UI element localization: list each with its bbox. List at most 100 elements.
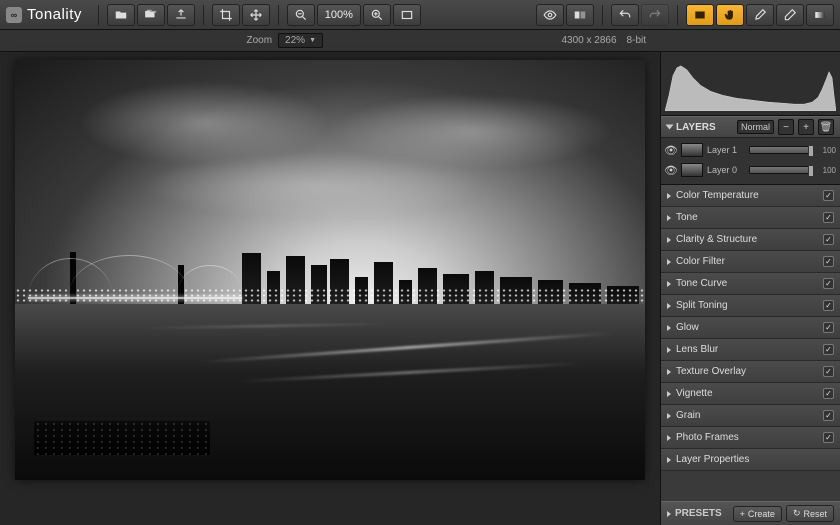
export-button[interactable] xyxy=(167,4,195,26)
image-dimensions: 4300 x 2866 xyxy=(561,35,616,46)
blend-mode-select[interactable]: Normal xyxy=(737,120,774,134)
adjustment-toggle[interactable]: ✓ xyxy=(823,300,834,311)
pan-hand-button[interactable] xyxy=(716,4,744,26)
opacity-slider[interactable] xyxy=(749,146,814,154)
adjustment-toggle[interactable]: ✓ xyxy=(823,388,834,399)
adjustment-row[interactable]: Lens Blur ✓ xyxy=(661,339,840,361)
adjustment-row[interactable]: Grain ✓ xyxy=(661,405,840,427)
batch-button[interactable] xyxy=(137,4,165,26)
image-canvas[interactable] xyxy=(15,60,645,480)
adjustment-row[interactable]: Glow ✓ xyxy=(661,317,840,339)
adjustment-name: Color Temperature xyxy=(676,190,818,201)
layer-menu-button[interactable]: − xyxy=(778,119,794,135)
presets-header[interactable]: PRESETS +Create ↻Reset xyxy=(661,501,840,525)
layer-row[interactable]: 👁 Layer 0 100 xyxy=(665,161,836,179)
adjustment-toggle[interactable]: ✓ xyxy=(823,234,834,245)
create-preset-button[interactable]: +Create xyxy=(733,506,782,522)
app-logo: ∞ Tonality xyxy=(6,6,82,23)
brush-button[interactable] xyxy=(746,4,774,26)
adjustment-toggle[interactable]: ✓ xyxy=(823,190,834,201)
redo-button[interactable] xyxy=(641,4,669,26)
adjustment-row[interactable]: Layer Properties xyxy=(661,449,840,471)
adjustment-toggle[interactable]: ✓ xyxy=(823,344,834,355)
adjustment-toggle[interactable]: ✓ xyxy=(823,212,834,223)
zoom-100-button[interactable]: 100% xyxy=(317,4,361,26)
adjustment-row[interactable]: Tone Curve ✓ xyxy=(661,273,840,295)
zoom-dropdown[interactable]: 22% ▼ xyxy=(278,33,323,48)
layer-row[interactable]: 👁 Layer 1 100 xyxy=(665,141,836,159)
zoom-label: Zoom xyxy=(246,35,272,46)
opacity-slider[interactable] xyxy=(749,166,814,174)
adjustment-toggle[interactable]: ✓ xyxy=(823,410,834,421)
caret-right-icon xyxy=(667,237,671,243)
eraser-button[interactable] xyxy=(776,4,804,26)
adjustment-toggle[interactable]: ✓ xyxy=(823,256,834,267)
adjustment-toggle[interactable]: ✓ xyxy=(823,322,834,333)
caret-right-icon xyxy=(667,259,671,265)
caret-right-icon xyxy=(667,413,671,419)
open-button[interactable] xyxy=(107,4,135,26)
right-sidebar: LAYERS Normal − + 🗑 👁 Layer 1 100 👁 Laye… xyxy=(660,52,840,525)
adjustment-name: Tone xyxy=(676,212,818,223)
caret-right-icon xyxy=(667,435,671,441)
adjustment-row[interactable]: Color Temperature ✓ xyxy=(661,185,840,207)
crop-button[interactable] xyxy=(212,4,240,26)
adjustment-name: Photo Frames xyxy=(676,432,818,443)
zoom-out-button[interactable] xyxy=(287,4,315,26)
adjustment-row[interactable]: Clarity & Structure ✓ xyxy=(661,229,840,251)
zoom-in-button[interactable] xyxy=(363,4,391,26)
adjustment-name: Grain xyxy=(676,410,818,421)
layer-thumbnail[interactable] xyxy=(681,163,703,177)
caret-right-icon xyxy=(667,215,671,221)
adjustment-row[interactable]: Color Filter ✓ xyxy=(661,251,840,273)
layers-list: 👁 Layer 1 100 👁 Layer 0 100 xyxy=(661,138,840,185)
add-layer-button[interactable]: + xyxy=(798,119,814,135)
adjustment-name: Texture Overlay xyxy=(676,366,818,377)
adjustment-name: Color Filter xyxy=(676,256,818,267)
adjustment-name: Split Toning xyxy=(676,300,818,311)
histogram[interactable] xyxy=(661,52,840,116)
caret-right-icon xyxy=(667,511,671,517)
caret-right-icon xyxy=(667,281,671,287)
caret-right-icon xyxy=(667,347,671,353)
adjustment-toggle[interactable]: ✓ xyxy=(823,366,834,377)
adjustment-row[interactable]: Tone ✓ xyxy=(661,207,840,229)
adjustment-toggle[interactable]: ✓ xyxy=(823,432,834,443)
compare-button[interactable] xyxy=(566,4,594,26)
preview-button[interactable] xyxy=(536,4,564,26)
caret-right-icon xyxy=(667,325,671,331)
caret-right-icon xyxy=(667,303,671,309)
reset-preset-button[interactable]: ↻Reset xyxy=(786,505,834,522)
caret-down-icon xyxy=(666,125,674,130)
adjustment-name: Tone Curve xyxy=(676,278,818,289)
layer-thumbnail[interactable] xyxy=(681,143,703,157)
top-toolbar: ∞ Tonality 100% xyxy=(0,0,840,30)
adjustment-name: Clarity & Structure xyxy=(676,234,818,245)
adjustment-name: Glow xyxy=(676,322,818,333)
gradient-button[interactable] xyxy=(806,4,834,26)
chevron-down-icon: ▼ xyxy=(309,37,316,44)
adjustment-name: Lens Blur xyxy=(676,344,818,355)
adjustment-name: Vignette xyxy=(676,388,818,399)
layers-header[interactable]: LAYERS Normal − + 🗑 xyxy=(661,116,840,138)
visibility-icon[interactable]: 👁 xyxy=(665,164,677,176)
undo-button[interactable] xyxy=(611,4,639,26)
caret-right-icon xyxy=(667,391,671,397)
adjustment-row[interactable]: Texture Overlay ✓ xyxy=(661,361,840,383)
caret-right-icon xyxy=(667,369,671,375)
caret-right-icon xyxy=(667,457,671,463)
canvas-area[interactable] xyxy=(0,52,660,525)
app-name: Tonality xyxy=(27,6,82,23)
adjustment-name: Layer Properties xyxy=(676,454,834,465)
navigator-button[interactable] xyxy=(686,4,714,26)
adjustment-row[interactable]: Photo Frames ✓ xyxy=(661,427,840,449)
bit-depth: 8-bit xyxy=(627,35,646,46)
info-bar: Zoom 22% ▼ 4300 x 2866 8-bit xyxy=(0,30,840,52)
fit-screen-button[interactable] xyxy=(393,4,421,26)
adjustment-row[interactable]: Vignette ✓ xyxy=(661,383,840,405)
adjustment-row[interactable]: Split Toning ✓ xyxy=(661,295,840,317)
delete-layer-button[interactable]: 🗑 xyxy=(818,119,834,135)
visibility-icon[interactable]: 👁 xyxy=(665,144,677,156)
move-button[interactable] xyxy=(242,4,270,26)
adjustment-toggle[interactable]: ✓ xyxy=(823,278,834,289)
